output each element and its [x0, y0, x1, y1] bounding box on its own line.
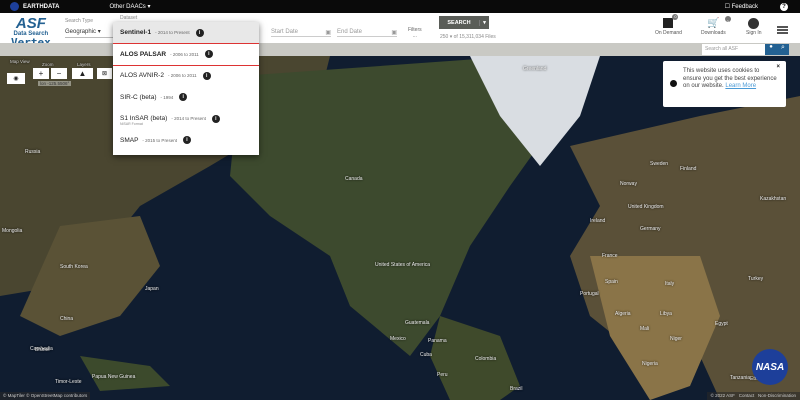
- dataset-dropdown[interactable]: Sentinel-1- 2014 to Present i ALOS PALSAR -…: [113, 22, 259, 155]
- map-label: Brunei: [35, 347, 50, 353]
- map-label: Greenland: [523, 66, 547, 72]
- dataset-option[interactable]: ALOS AVNIR-2- 2006 to 2011 i: [113, 65, 259, 87]
- footer-left[interactable]: © MapTiler © OpenStreetMap contributors: [0, 392, 91, 400]
- on-demand-button[interactable]: 0 On Demand: [655, 14, 682, 36]
- map-view-button[interactable]: ◉: [7, 73, 25, 84]
- info-icon[interactable]: i: [195, 28, 204, 37]
- info-icon[interactable]: i: [204, 50, 213, 59]
- map-label: Italy: [665, 281, 675, 287]
- max-results-select[interactable]: 250 ▾: [440, 34, 452, 40]
- map-label: Canada: [345, 176, 363, 182]
- info-icon[interactable]: i: [202, 71, 211, 80]
- search-icon[interactable]: ⌕: [777, 44, 789, 55]
- menu-icon[interactable]: [777, 26, 788, 34]
- sign-in-button[interactable]: Sign In: [746, 18, 762, 36]
- dataset-option[interactable]: Sentinel-1- 2014 to Present i: [113, 22, 259, 44]
- learn-more-link[interactable]: Learn More: [725, 83, 756, 89]
- map-label: Norway: [620, 181, 637, 187]
- feedback-link[interactable]: ☐ Feedback: [725, 3, 758, 10]
- top-bar: EARTHDATA Other DAACs ▾ ☐ Feedback ?: [0, 0, 800, 13]
- nasa-logo: NASA: [752, 349, 788, 385]
- cookie-banner: This website uses cookies to ensure you …: [663, 61, 786, 107]
- map-label: Algeria: [615, 311, 631, 317]
- globe-icon: ◉: [13, 76, 19, 82]
- box-icon: ⊠: [101, 71, 108, 77]
- microphone-icon[interactable]: ●: [765, 44, 777, 55]
- map-label: Panama: [428, 338, 447, 344]
- map-label: Guatemala: [405, 320, 430, 326]
- map-label: Timor-Leste: [55, 379, 82, 385]
- map-label: China: [60, 316, 74, 322]
- map-label: Kazakhstan: [760, 196, 787, 202]
- map-label: Finland: [680, 166, 697, 172]
- search-type-select[interactable]: Geographic ▾: [65, 28, 113, 38]
- info-icon[interactable]: i: [182, 136, 191, 145]
- dataset-label: Dataset: [120, 15, 138, 21]
- layers-button[interactable]: ▲: [72, 68, 93, 79]
- site-search-input[interactable]: Search all ASF: [702, 44, 765, 55]
- map-label: United Kingdom: [628, 204, 664, 210]
- info-icon[interactable]: i: [211, 114, 220, 123]
- close-icon[interactable]: ×: [776, 64, 780, 72]
- help-icon[interactable]: ?: [780, 2, 788, 11]
- nasa-icon: [10, 2, 19, 11]
- other-daacs-menu[interactable]: Other DAACs ▾: [109, 3, 150, 10]
- on-demand-icon: 0: [663, 14, 679, 28]
- dataset-option[interactable]: UAVSAR- 2008 to Presenti: [113, 151, 259, 155]
- user-icon: [748, 18, 760, 29]
- contact-link[interactable]: Contact: [739, 393, 755, 398]
- map-label: Brazil: [510, 386, 523, 392]
- dataset-option[interactable]: ALOS PALSAR - 2006 to 2011 i: [113, 42, 259, 66]
- map-label: Tanzania: [730, 375, 751, 381]
- map-label: South Korea: [60, 264, 88, 270]
- map-label: Egypt: [715, 321, 728, 327]
- map-label: Russia: [25, 149, 41, 155]
- non-discrimination-link[interactable]: Non-Discrimination: [758, 393, 796, 398]
- start-date-input[interactable]: Start Date ▣: [271, 29, 331, 37]
- map-label: Niger: [670, 336, 682, 342]
- search-button[interactable]: SEARCH ▾: [439, 16, 489, 29]
- result-count: 250 ▾ of 15,311,034 Files: [440, 34, 496, 40]
- draw-box-button[interactable]: ⊠: [97, 68, 112, 79]
- map-label: Ireland: [590, 218, 606, 224]
- map-label: Libya: [660, 311, 672, 317]
- map-label: Cuba: [420, 352, 432, 358]
- dataset-option[interactable]: SMAP - 2015 to Present i: [113, 130, 259, 152]
- map-label: Colombia: [475, 356, 497, 362]
- cart-icon: 🛒 0: [707, 16, 731, 29]
- map-label: Nigeria: [642, 361, 658, 367]
- map-label: Mexico: [390, 336, 406, 342]
- downloads-button[interactable]: 🛒 0 Downloads: [701, 16, 731, 36]
- map-label: Papua New Guinea: [92, 374, 136, 380]
- footer-right: © 2022 ASF Contact Non-Discrimination: [706, 392, 800, 400]
- map-label: United States of America: [375, 262, 431, 268]
- map-label: Mali: [640, 326, 650, 332]
- map-label: Spain: [605, 279, 618, 285]
- map-label: Portugal: [580, 291, 599, 297]
- map-label: Sweden: [650, 161, 669, 167]
- map-label: Peru: [437, 372, 448, 378]
- map-label: Japan: [145, 286, 159, 292]
- earthdata-link[interactable]: EARTHDATA: [23, 4, 59, 10]
- map-label: Turkey: [748, 276, 764, 282]
- map-label: France: [602, 253, 618, 259]
- map-label: Mongolia: [2, 228, 23, 234]
- info-icon: [670, 80, 677, 87]
- info-icon[interactable]: i: [179, 93, 188, 102]
- mountain-icon: ▲: [78, 69, 87, 78]
- zoom-in-button[interactable]: +: [33, 68, 49, 79]
- dataset-option[interactable]: S1 InSAR (beta) - 2014 to Present i NISAR F…: [113, 108, 259, 130]
- filters-button[interactable]: Filters...: [408, 27, 422, 39]
- dataset-option[interactable]: SIR-C (beta) - 1994 i: [113, 87, 259, 109]
- map-label: Germany: [640, 226, 661, 232]
- zoom-out-button[interactable]: −: [51, 68, 67, 79]
- end-date-input[interactable]: End Date ▣: [337, 29, 397, 37]
